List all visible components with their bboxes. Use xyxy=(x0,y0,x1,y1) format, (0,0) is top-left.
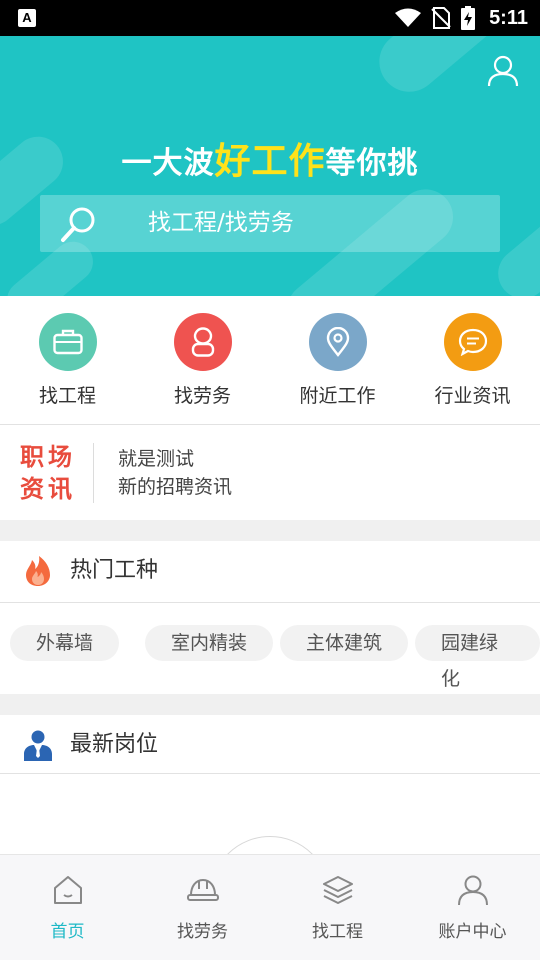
loading-indicator xyxy=(210,836,330,854)
tab-label: 找工程 xyxy=(312,922,363,942)
job-tag[interactable]: 外幕墙 xyxy=(10,625,120,661)
news-separator xyxy=(93,443,94,503)
category-icon-circle xyxy=(308,313,367,371)
category-label: 找工程 xyxy=(38,385,96,407)
section-gap xyxy=(0,520,540,541)
category-nearby-jobs[interactable]: 附近工作 xyxy=(270,296,405,424)
category-icon-circle xyxy=(443,313,502,371)
category-find-project[interactable]: 找工程 xyxy=(0,296,135,424)
category-icon-circle xyxy=(38,313,97,371)
tab-label: 找劳务 xyxy=(177,922,228,942)
layers-icon xyxy=(322,876,353,904)
tab-find-labor[interactable]: 找劳务 xyxy=(135,855,270,960)
category-grid: 找工程 找劳务 附近工作 行业资讯 xyxy=(0,296,540,424)
account-icon xyxy=(457,875,488,906)
user-profile-icon[interactable] xyxy=(486,54,520,88)
person-icon xyxy=(191,327,214,357)
briefcase-icon xyxy=(52,329,83,355)
category-label: 附近工作 xyxy=(299,385,376,407)
hot-jobs-header: 热门工种 xyxy=(0,541,540,601)
news-item[interactable]: 新的招聘资讯 xyxy=(118,472,232,499)
job-tag[interactable]: 主体建筑 xyxy=(280,625,409,661)
section-gap xyxy=(0,694,540,715)
category-icon-circle xyxy=(173,313,232,371)
no-sim-icon xyxy=(431,7,451,29)
worker-icon xyxy=(24,730,52,761)
latest-positions-header: 最新岗位 xyxy=(0,715,540,775)
latest-positions-list xyxy=(0,774,540,854)
location-pin-icon xyxy=(326,327,349,357)
bottom-tab-bar: 首页 找劳务 找工程 账户中心 xyxy=(0,854,540,960)
news-ticker[interactable]: 职场 资讯 就是测试 新的招聘资讯 xyxy=(0,425,540,520)
category-find-labor[interactable]: 找劳务 xyxy=(135,296,270,424)
job-tag[interactable]: 园建绿化 xyxy=(415,625,540,690)
section-title: 最新岗位 xyxy=(70,732,159,757)
news-item[interactable]: 就是测试 xyxy=(118,444,194,471)
search-placeholder: 找工程/找劳务 xyxy=(148,210,294,236)
tab-home[interactable]: 首页 xyxy=(0,855,135,960)
flame-icon xyxy=(26,556,50,586)
category-industry-news[interactable]: 行业资讯 xyxy=(405,296,540,424)
search-icon xyxy=(61,207,95,242)
category-label: 行业资讯 xyxy=(434,385,511,407)
notification-icon: A xyxy=(18,9,36,27)
status-bar: A 5:11 xyxy=(0,0,540,36)
home-icon xyxy=(53,876,82,904)
chat-icon xyxy=(458,328,487,356)
tab-label: 账户中心 xyxy=(438,922,507,942)
header-banner: 一大波好工作等你挑 找工程/找劳务 xyxy=(0,36,540,296)
tab-label: 首页 xyxy=(50,922,85,942)
tab-find-project[interactable]: 找工程 xyxy=(270,855,405,960)
search-bar[interactable]: 找工程/找劳务 xyxy=(40,195,500,252)
category-label: 找劳务 xyxy=(173,385,231,407)
news-badge: 职场 资讯 xyxy=(20,443,76,503)
wifi-icon xyxy=(395,8,422,27)
tab-account[interactable]: 账户中心 xyxy=(405,855,540,960)
clock: 5:11 xyxy=(489,6,528,29)
hot-jobs-tags: 外幕墙 室内精装 主体建筑 园建绿化 xyxy=(0,603,540,694)
battery-charging-icon xyxy=(461,6,476,30)
banner-slogan: 一大波好工作等你挑 xyxy=(121,141,419,182)
helmet-icon xyxy=(186,878,219,901)
section-title: 热门工种 xyxy=(70,558,159,583)
job-tag[interactable]: 室内精装 xyxy=(145,625,274,661)
